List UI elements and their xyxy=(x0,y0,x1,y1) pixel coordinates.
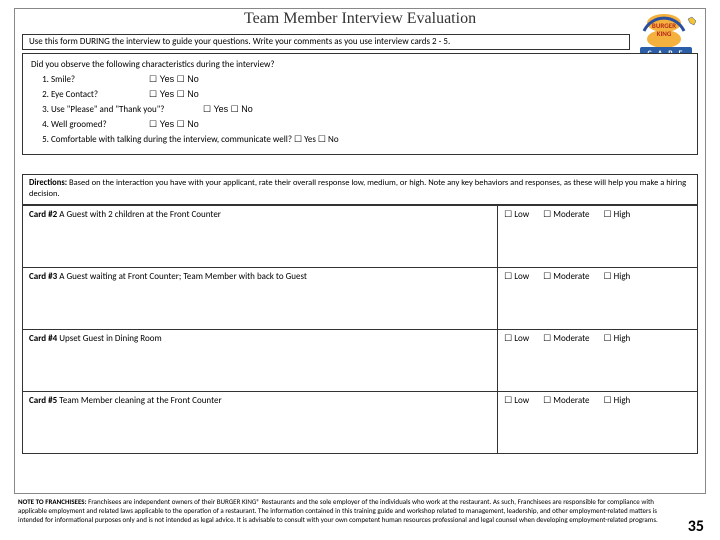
directions-section: Directions: Based on the interaction you… xyxy=(22,174,698,205)
observation-section: Did you observe the following characteri… xyxy=(22,53,698,155)
rating-low-checkbox[interactable]: ☐ Low xyxy=(504,209,529,220)
rating-moderate-checkbox[interactable]: ☐ Moderate xyxy=(543,333,589,344)
rating-low-checkbox[interactable]: ☐ Low xyxy=(504,333,529,344)
card-scenario-text: Team Member cleaning at the Front Counte… xyxy=(59,395,221,406)
scenario-cards-table: Card #2 A Guest with 2 children at the F… xyxy=(22,205,698,454)
directions-text: Based on the interaction you have with y… xyxy=(29,178,686,199)
svg-text:KING: KING xyxy=(657,29,672,38)
intro-text: Use this form DURING the interview to gu… xyxy=(29,36,450,47)
intro-instructions: Use this form DURING the interview to gu… xyxy=(22,34,630,50)
card-scenario-cell: Card #3 A Guest waiting at Front Counter… xyxy=(23,268,498,330)
observation-item: Well groomed? ☐ Yes ☐ No xyxy=(51,118,689,132)
yes-no-checkboxes[interactable]: ☐ Yes ☐ No xyxy=(203,104,253,114)
rating-moderate-checkbox[interactable]: ☐ Moderate xyxy=(543,271,589,282)
obs-label: Well groomed? xyxy=(51,118,147,132)
directions-label: Directions: xyxy=(29,178,67,188)
card-scenario-cell: Card #5 Team Member cleaning at the Fron… xyxy=(23,392,498,454)
card-id: Card #3 xyxy=(29,271,57,282)
card-rating-cell: ☐ Low ☐ Moderate ☐ High xyxy=(498,206,698,268)
page-title: Team Member Interview Evaluation xyxy=(0,10,720,28)
rating-high-checkbox[interactable]: ☐ High xyxy=(604,395,631,406)
observation-item: Eye Contact? ☐ Yes ☐ No xyxy=(51,88,689,102)
card-scenario-text: A Guest waiting at Front Counter; Team M… xyxy=(59,271,307,282)
table-row: Card #3 A Guest waiting at Front Counter… xyxy=(23,268,698,330)
card-id: Card #4 xyxy=(29,333,57,344)
observation-item: Use "Please" and "Thank you"? ☐ Yes ☐ No xyxy=(51,103,689,117)
card-rating-cell: ☐ Low ☐ Moderate ☐ High xyxy=(498,392,698,454)
table-row: Card #5 Team Member cleaning at the Fron… xyxy=(23,392,698,454)
card-rating-cell: ☐ Low ☐ Moderate ☐ High xyxy=(498,268,698,330)
footnote-label: NOTE TO FRANCHISEES: xyxy=(18,497,87,506)
card-scenario-cell: Card #2 A Guest with 2 children at the F… xyxy=(23,206,498,268)
card-scenario-text: Upset Guest in Dining Room xyxy=(59,333,161,344)
card-id: Card #5 xyxy=(29,395,57,406)
yes-no-checkboxes[interactable]: ☐ Yes ☐ No xyxy=(149,74,199,84)
obs-label: Use "Please" and "Thank you"? xyxy=(51,103,201,117)
rating-low-checkbox[interactable]: ☐ Low xyxy=(504,271,529,282)
card-scenario-text: A Guest with 2 children at the Front Cou… xyxy=(59,209,221,220)
rating-moderate-checkbox[interactable]: ☐ Moderate xyxy=(543,395,589,406)
observation-item: Smile? ☐ Yes ☐ No xyxy=(51,73,689,87)
rating-high-checkbox[interactable]: ☐ High xyxy=(604,333,631,344)
obs-label: Smile? xyxy=(51,73,147,87)
rating-high-checkbox[interactable]: ☐ High xyxy=(604,209,631,220)
yes-no-checkboxes[interactable]: ☐ Yes ☐ No xyxy=(149,89,199,99)
card-scenario-cell: Card #4 Upset Guest in Dining Room xyxy=(23,330,498,392)
footnote-text: Franchisees are independent owners of th… xyxy=(18,497,658,524)
card-id: Card #2 xyxy=(29,209,57,220)
obs-label: Comfortable with talking during the inte… xyxy=(51,134,339,145)
obs-label: Eye Contact? xyxy=(51,88,147,102)
card-rating-cell: ☐ Low ☐ Moderate ☐ High xyxy=(498,330,698,392)
franchisee-footnote: NOTE TO FRANCHISEES: Franchisees are ind… xyxy=(18,498,668,524)
table-row: Card #2 A Guest with 2 children at the F… xyxy=(23,206,698,268)
observation-item: Comfortable with talking during the inte… xyxy=(51,133,689,147)
page-number: 35 xyxy=(688,517,704,536)
yes-no-checkboxes[interactable]: ☐ Yes ☐ No xyxy=(149,119,199,129)
observation-prompt: Did you observe the following characteri… xyxy=(31,58,689,72)
rating-low-checkbox[interactable]: ☐ Low xyxy=(504,395,529,406)
table-row: Card #4 Upset Guest in Dining Room ☐ Low… xyxy=(23,330,698,392)
rating-moderate-checkbox[interactable]: ☐ Moderate xyxy=(543,209,589,220)
rating-high-checkbox[interactable]: ☐ High xyxy=(604,271,631,282)
